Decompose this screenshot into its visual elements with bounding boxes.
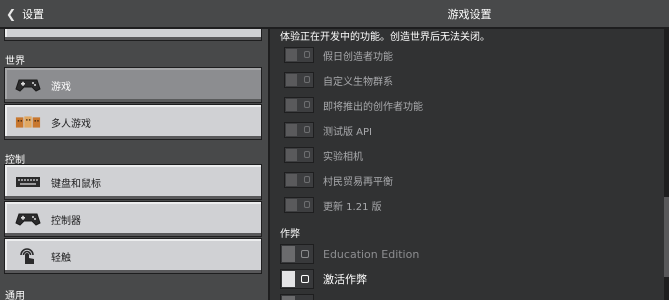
toggle-switch[interactable]: [284, 122, 314, 138]
cheat-next-row[interactable]: [280, 293, 314, 300]
toggle-switch[interactable]: [280, 294, 314, 300]
controller-icon: [15, 76, 41, 94]
sidebar-item-label: 游戏: [51, 81, 71, 93]
section-label-world: 世界: [5, 56, 25, 67]
cheats-heading: 作弊: [280, 229, 300, 240]
experiments-description: 体验正在开发中的功能。创造世界后无法关闭。: [280, 32, 490, 43]
experiment-custom-biomes[interactable]: 自定义生物群系: [284, 70, 393, 90]
sidebar-item-label: 控制器: [51, 215, 81, 227]
sidebar-item-keyboard-mouse[interactable]: 键盘和鼠标: [4, 164, 262, 200]
toggle-switch[interactable]: [284, 197, 314, 213]
cheat-label: 激活作弊: [323, 273, 367, 286]
sidebar-item-touch[interactable]: 轻触: [4, 238, 262, 274]
page-title: 游戏设置: [447, 8, 492, 21]
experiment-holiday-creator[interactable]: 假日创造者功能: [284, 45, 393, 65]
sidebar-item-multiplayer[interactable]: 多人游戏: [4, 104, 262, 140]
scrollbar-thumb[interactable]: [664, 197, 669, 277]
experiment-upcoming-creator[interactable]: 即将推出的创作者功能: [284, 95, 423, 115]
toggle-switch[interactable]: [284, 47, 314, 63]
experiment-label: 自定义生物群系: [323, 76, 393, 88]
sidebar: 世界 游戏 多人游戏 控制 键盘和鼠标 控制器 轻触 通用: [0, 29, 268, 300]
sidebar-item-label: 键盘和鼠标: [51, 178, 101, 190]
cheat-label: Education Edition: [323, 247, 420, 261]
keyboard-icon: [15, 173, 41, 191]
toggle-switch[interactable]: [284, 172, 314, 188]
toggle-switch[interactable]: [284, 97, 314, 113]
controller-icon: [15, 210, 41, 228]
toggle-switch[interactable]: [284, 72, 314, 88]
experiment-update-1-21[interactable]: 更新 1.21 版: [284, 195, 382, 215]
chevron-left-icon: ❮: [6, 6, 17, 21]
experiment-villager-trade[interactable]: 村民贸易再平衡: [284, 170, 393, 190]
back-button[interactable]: ❮ 设置: [6, 5, 44, 22]
toggle-switch[interactable]: [284, 147, 314, 163]
experiment-label: 实验相机: [323, 151, 363, 163]
experiment-camera[interactable]: 实验相机: [284, 145, 363, 165]
experiment-label: 即将推出的创作者功能: [323, 101, 423, 113]
experiment-label: 测试版 API: [323, 126, 372, 138]
experiment-label: 假日创造者功能: [323, 51, 393, 63]
section-label-general: 通用: [5, 291, 25, 300]
multiplayer-icon: [15, 113, 41, 131]
sidebar-item-label: 多人游戏: [51, 118, 91, 130]
cheat-activate-cheats[interactable]: 激活作弊: [280, 268, 367, 290]
experiment-label: 更新 1.21 版: [323, 201, 382, 213]
toggle-switch[interactable]: [280, 269, 314, 289]
experiment-beta-api[interactable]: 测试版 API: [284, 120, 372, 140]
sidebar-item-label: 轻触: [51, 252, 71, 264]
cheat-education-edition[interactable]: Education Edition: [280, 243, 419, 265]
sidebar-item-hidden[interactable]: [4, 29, 262, 41]
sidebar-item-game[interactable]: 游戏: [4, 67, 262, 103]
experiment-label: 村民贸易再平衡: [323, 176, 393, 188]
title-bar: ❮ 设置 游戏设置: [0, 0, 669, 29]
back-label: 设置: [22, 7, 45, 21]
settings-content: 体验正在开发中的功能。创造世界后无法关闭。 假日创造者功能 自定义生物群系 即将…: [270, 29, 669, 300]
toggle-switch[interactable]: [280, 244, 314, 264]
sidebar-item-controller[interactable]: 控制器: [4, 201, 262, 237]
touch-icon: [15, 247, 41, 265]
